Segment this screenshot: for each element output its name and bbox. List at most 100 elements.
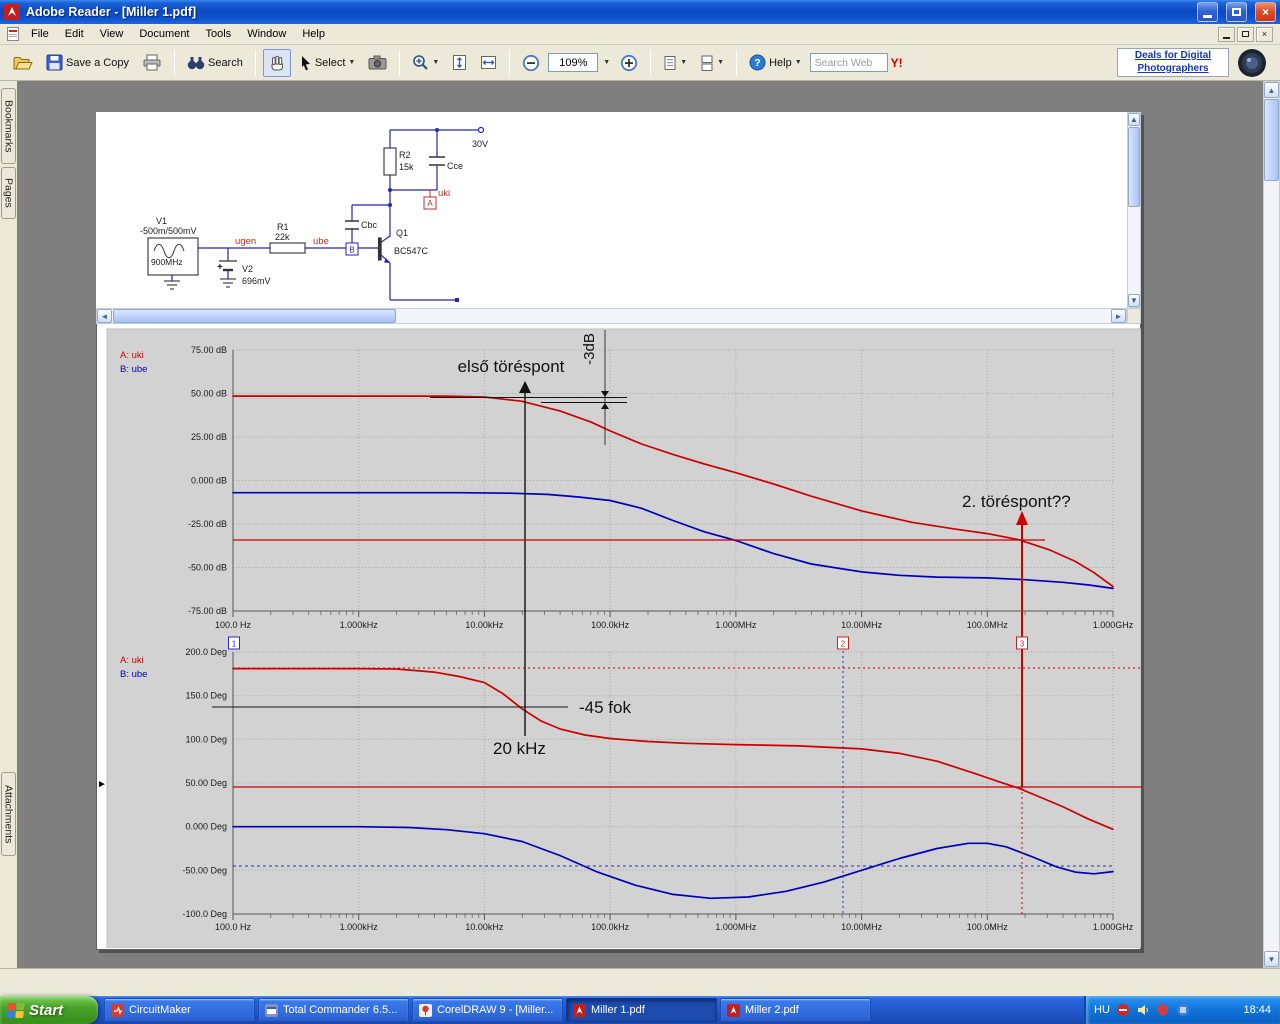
- taskbar-task-coreldraw[interactable]: CorelDRAW 9 - [Miller...: [412, 998, 563, 1022]
- select-label: Select: [314, 56, 346, 69]
- page-layout-button-2[interactable]: ▼: [695, 49, 729, 77]
- svg-text:100.0MHz: 100.0MHz: [967, 620, 1009, 630]
- page-layout-button-1[interactable]: ▼: [658, 49, 692, 77]
- svg-text:10.00kHz: 10.00kHz: [465, 922, 504, 932]
- ad-line-1: Deals for Digital: [1134, 50, 1212, 61]
- single-page-icon: [664, 55, 676, 70]
- menu-view[interactable]: View: [92, 25, 132, 43]
- svg-text:1.000GHz: 1.000GHz: [1093, 620, 1134, 630]
- zoom-level-box[interactable]: 109%: [548, 53, 599, 72]
- hand-tool-button[interactable]: [262, 48, 291, 77]
- tab-pages[interactable]: Pages: [1, 167, 16, 219]
- circuit-v-scroll-thumb[interactable]: [1128, 127, 1140, 207]
- svg-text:-75.00 dB: -75.00 dB: [188, 606, 227, 616]
- start-button[interactable]: Start: [0, 996, 98, 1024]
- help-icon: ?: [749, 54, 766, 71]
- label-v2: V2: [242, 264, 253, 274]
- fit-width-icon: [481, 56, 497, 69]
- cursor-icon: [301, 55, 310, 70]
- cursor-flag-2: 2: [837, 636, 849, 650]
- volume-tray-icon[interactable]: [1136, 1003, 1150, 1017]
- restore-button[interactable]: [1226, 2, 1247, 22]
- taskbar-task-total-commander[interactable]: Total Commander 6.5...: [258, 998, 409, 1022]
- hand-icon: [271, 55, 283, 70]
- bookmarks-tab-label: Bookmarks: [2, 99, 15, 153]
- start-label: Start: [29, 1001, 64, 1019]
- zoom-out-button[interactable]: [517, 49, 545, 77]
- page-navigation-bar: 1 of 1: [0, 968, 1280, 996]
- task-label: Miller 1.pdf: [591, 1004, 645, 1016]
- svg-text:200.0 Deg: 200.0 Deg: [185, 647, 227, 657]
- title-bar: Adobe Reader - [Miller 1.pdf] ×: [0, 0, 1280, 24]
- zoom-tool-button[interactable]: ▼: [407, 49, 444, 77]
- mdi-restore-button[interactable]: [1237, 26, 1254, 42]
- nav-pane-expand-arrow[interactable]: ►: [97, 777, 108, 793]
- circuit-v-scrollbar[interactable]: ▲ ▼: [1127, 112, 1141, 308]
- svg-text:50.00 Deg: 50.00 Deg: [185, 778, 227, 788]
- mdi-close-button[interactable]: ×: [1256, 26, 1273, 42]
- task-label: Total Commander 6.5...: [283, 1004, 398, 1016]
- annotation-minus-45: -45 fok: [579, 698, 631, 717]
- svg-text:-50.00 Deg: -50.00 Deg: [182, 865, 227, 875]
- toolbar-separator: [173, 49, 175, 76]
- label-r2: R2: [399, 150, 411, 160]
- taskbar-task-miller2[interactable]: Miller 2.pdf: [720, 998, 871, 1022]
- label-vcc: 30V: [472, 139, 488, 149]
- cursor-flag-3: 3: [1016, 636, 1028, 650]
- svg-text:-25.00 dB: -25.00 dB: [188, 519, 227, 529]
- tab-bookmarks[interactable]: Bookmarks: [1, 88, 16, 164]
- annotation-minus-3db: -3dB: [581, 333, 598, 365]
- taskbar-task-circuitmaker[interactable]: CircuitMaker: [104, 998, 255, 1022]
- reader-v-scrollbar[interactable]: ▲ ▼: [1263, 81, 1280, 968]
- help-button[interactable]: ? Help ▼: [744, 49, 807, 77]
- mdi-minimize-button[interactable]: [1218, 26, 1235, 42]
- reader-scroll-thumb[interactable]: [1264, 99, 1279, 181]
- yahoo-button[interactable]: Y!: [891, 56, 903, 70]
- camera-icon: [368, 55, 387, 70]
- svg-text:10.00kHz: 10.00kHz: [465, 620, 504, 630]
- zoom-in-icon: [621, 54, 638, 71]
- task-label: Miller 2.pdf: [745, 1004, 799, 1016]
- language-indicator[interactable]: HU: [1094, 1004, 1110, 1016]
- svg-text:-50.00 dB: -50.00 dB: [188, 563, 227, 573]
- scroll-up-button[interactable]: ▲: [1264, 82, 1279, 98]
- navigation-tab-strip: Bookmarks Pages Attachments: [0, 81, 17, 968]
- zoom-in-button[interactable]: [615, 49, 643, 77]
- search-web-input[interactable]: [809, 53, 888, 72]
- tab-attachments[interactable]: Attachments: [1, 772, 16, 856]
- menu-window[interactable]: Window: [239, 25, 294, 43]
- security-tray-icon[interactable]: [1156, 1003, 1170, 1017]
- save-a-copy-button[interactable]: Save a Copy: [41, 49, 134, 77]
- minimize-button[interactable]: [1197, 2, 1218, 22]
- network-tray-icon[interactable]: [1176, 1003, 1190, 1017]
- menu-file[interactable]: File: [23, 25, 57, 43]
- search-button[interactable]: Search: [182, 49, 248, 77]
- select-tool-button[interactable]: Select ▼: [294, 49, 361, 77]
- menu-edit[interactable]: Edit: [57, 25, 92, 43]
- open-button[interactable]: [8, 49, 38, 77]
- menu-document[interactable]: Document: [131, 25, 197, 43]
- scroll-up-button[interactable]: ▲: [1128, 113, 1140, 126]
- annotation-20khz: 20 kHz: [493, 739, 546, 758]
- magnifier-icon: [413, 55, 429, 70]
- close-button[interactable]: ×: [1255, 2, 1276, 22]
- circuitmaker-icon: [111, 1003, 124, 1017]
- menu-help[interactable]: Help: [294, 25, 333, 43]
- zoom-out-icon: [523, 54, 540, 71]
- deals-ad-link[interactable]: Deals for Digital Photographers: [1117, 48, 1229, 77]
- svg-text:100.0 Hz: 100.0 Hz: [215, 620, 252, 630]
- toolbar-separator: [399, 49, 401, 76]
- svg-text:?: ?: [754, 57, 760, 69]
- snapshot-button[interactable]: [363, 49, 392, 77]
- zoom-level-dropdown[interactable]: ▼: [601, 49, 612, 77]
- label-node-b: B: [349, 246, 354, 255]
- taskbar-task-miller1[interactable]: Miller 1.pdf: [566, 998, 717, 1022]
- fit-page-button[interactable]: [447, 49, 472, 77]
- fit-width-button[interactable]: [475, 49, 502, 77]
- scroll-down-button[interactable]: ▼: [1264, 951, 1279, 967]
- svg-text:1.000GHz: 1.000GHz: [1093, 922, 1134, 932]
- antivirus-tray-icon[interactable]: [1116, 1003, 1130, 1017]
- svg-text:100.0MHz: 100.0MHz: [967, 922, 1009, 932]
- menu-tools[interactable]: Tools: [198, 25, 240, 43]
- print-button[interactable]: [137, 49, 167, 77]
